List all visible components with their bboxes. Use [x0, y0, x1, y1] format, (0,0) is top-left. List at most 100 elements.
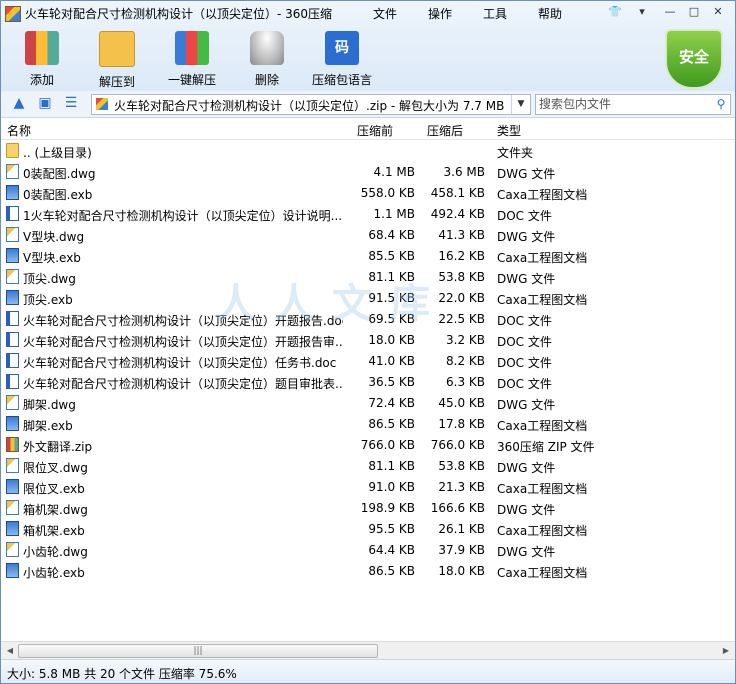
list-view-icon[interactable]: ☰	[63, 96, 79, 110]
file-row[interactable]: 外文翻译.zip 766.0 KB 766.0 KB 360压缩 ZIP 文件	[1, 434, 735, 455]
dwg-file-icon	[6, 164, 19, 179]
file-packed-size: 6.3 KB	[446, 375, 485, 389]
file-row[interactable]: 限位叉.dwg 81.1 KB 53.8 KB DWG 文件	[1, 455, 735, 476]
file-size: 86.5 KB	[368, 417, 415, 431]
delete-button[interactable]: 删除	[232, 29, 302, 88]
menu-tools[interactable]: 工具	[483, 5, 538, 22]
file-row[interactable]: .. (上级目录) 文件夹	[1, 140, 735, 161]
file-packed-size: 3.2 KB	[446, 333, 485, 347]
file-packed-size: 166.6 KB	[430, 501, 485, 515]
scroll-thumb[interactable]: |||	[18, 644, 378, 658]
file-name: 脚架.dwg	[23, 398, 76, 412]
file-row[interactable]: 1火车轮对配合尺寸检测机构设计（以顶尖定位）设计说明... 1.1 MB 492.4…	[1, 203, 735, 224]
file-row[interactable]: 火车轮对配合尺寸检测机构设计（以顶尖定位）任务书.doc 41.0 KB 8.2 K…	[1, 350, 735, 371]
file-name: 0装配图.exb	[23, 188, 93, 202]
file-type: DOC 文件	[497, 314, 552, 328]
column-packed[interactable]: 压缩后	[427, 122, 463, 139]
file-name: .. (上级目录)	[23, 146, 92, 160]
file-name: 1火车轮对配合尺寸检测机构设计（以顶尖定位）设计说明...	[23, 209, 343, 223]
one-click-label: 一键解压	[167, 73, 216, 87]
archive-add-icon	[25, 31, 59, 65]
file-row[interactable]: 小齿轮.dwg 64.4 KB 37.9 KB DWG 文件	[1, 539, 735, 560]
file-type: DWG 文件	[497, 545, 556, 559]
window-title: 火车轮对配合尺寸检测机构设计（以顶尖定位）- 360压缩	[25, 7, 333, 21]
file-type: DOC 文件	[497, 209, 552, 223]
file-name: 火车轮对配合尺寸检测机构设计（以顶尖定位）任务书.doc	[23, 356, 337, 370]
app-window: 火车轮对配合尺寸检测机构设计（以顶尖定位）- 360压缩 文件 操作 工具 帮助…	[0, 0, 736, 684]
file-packed-size: 26.1 KB	[438, 522, 485, 536]
exb-file-icon	[6, 416, 19, 431]
one-click-extract-button[interactable]: 一键解压	[157, 29, 227, 88]
file-type: Caxa工程图文档	[497, 251, 588, 265]
column-name[interactable]: 名称	[7, 122, 31, 139]
menu-arrow-icon[interactable]: ▾	[633, 4, 651, 20]
status-bar: 大小: 5.8 MB 共 20 个文件 压缩率 75.6%	[1, 659, 735, 683]
close-icon[interactable]: ✕	[709, 4, 727, 20]
zip-file-icon	[6, 437, 19, 452]
file-row[interactable]: 限位叉.exb 91.0 KB 21.3 KB Caxa工程图文档	[1, 476, 735, 497]
scroll-right-icon[interactable]: ▶	[719, 644, 733, 657]
file-type: Caxa工程图文档	[497, 188, 588, 202]
archive-extract-icon	[175, 31, 209, 65]
watermark: 人人文库	[216, 281, 448, 327]
file-row[interactable]: 箱机架.exb 95.5 KB 26.1 KB Caxa工程图文档	[1, 518, 735, 539]
up-arrow-icon[interactable]: ▲	[11, 96, 27, 110]
add-button[interactable]: 添加	[7, 29, 77, 88]
exb-file-icon	[6, 185, 19, 200]
language-code-icon: 码	[325, 31, 359, 65]
file-row[interactable]: 0装配图.dwg 4.1 MB 3.6 MB DWG 文件	[1, 161, 735, 182]
file-name: 小齿轮.exb	[23, 566, 85, 580]
menu-operation[interactable]: 操作	[428, 5, 483, 22]
dwg-file-icon	[6, 395, 19, 410]
file-size: 36.5 KB	[368, 375, 415, 389]
file-type: Caxa工程图文档	[497, 293, 588, 307]
chevron-down-icon[interactable]: ▼	[511, 95, 530, 114]
file-size: 68.4 KB	[368, 228, 415, 242]
file-row[interactable]: 脚架.dwg 72.4 KB 45.0 KB DWG 文件	[1, 392, 735, 413]
file-name: 限位叉.exb	[23, 482, 85, 496]
file-packed-size: 17.8 KB	[438, 417, 485, 431]
doc-file-icon	[6, 374, 19, 389]
dwg-file-icon	[6, 542, 19, 557]
file-packed-size: 766.0 KB	[430, 438, 485, 452]
file-name: 火车轮对配合尺寸检测机构设计（以顶尖定位）开题报告审...	[23, 335, 343, 349]
zip-icon	[96, 98, 108, 110]
extract-to-button[interactable]: 解压到	[82, 29, 152, 90]
file-name: 0装配图.dwg	[23, 167, 96, 181]
file-row[interactable]: V型块.dwg 68.4 KB 41.3 KB DWG 文件	[1, 224, 735, 245]
file-row[interactable]: 火车轮对配合尺寸检测机构设计（以顶尖定位）题目审批表... 36.5 KB 6.3 …	[1, 371, 735, 392]
file-type: DWG 文件	[497, 230, 556, 244]
minimize-icon[interactable]: —	[661, 4, 679, 20]
menu-file[interactable]: 文件	[373, 5, 428, 22]
file-row[interactable]: 脚架.exb 86.5 KB 17.8 KB Caxa工程图文档	[1, 413, 735, 434]
security-shield-button[interactable]: 安全	[665, 29, 723, 89]
search-icon[interactable]: ⚲	[714, 97, 728, 111]
path-bar[interactable]: 火车轮对配合尺寸检测机构设计（以顶尖定位）.zip - 解包大小为 7.7 MB…	[91, 94, 531, 115]
thumbnail-view-icon[interactable]: ▣	[37, 96, 53, 110]
scroll-left-icon[interactable]: ◀	[3, 644, 17, 657]
file-row[interactable]: V型块.exb 85.5 KB 16.2 KB Caxa工程图文档	[1, 245, 735, 266]
trash-icon	[250, 31, 284, 65]
search-input[interactable]	[539, 96, 707, 112]
horizontal-scrollbar[interactable]: ◀ ||| ▶	[1, 641, 735, 659]
file-packed-size: 492.4 KB	[430, 207, 485, 221]
archive-path: 火车轮对配合尺寸检测机构设计（以顶尖定位）.zip - 解包大小为 7.7 MB	[114, 99, 505, 113]
file-row[interactable]: 箱机架.dwg 198.9 KB 166.6 KB DWG 文件	[1, 497, 735, 518]
lang-label: 压缩包语言	[311, 73, 372, 87]
maximize-icon[interactable]: □	[685, 4, 703, 20]
delete-label: 删除	[254, 73, 279, 87]
file-packed-size: 8.2 KB	[446, 354, 485, 368]
dwg-file-icon	[6, 269, 19, 284]
menu-help[interactable]: 帮助	[538, 5, 593, 22]
file-type: Caxa工程图文档	[497, 566, 588, 580]
skin-icon[interactable]: 👕	[606, 4, 624, 20]
file-row[interactable]: 0装配图.exb 558.0 KB 458.1 KB Caxa工程图文档	[1, 182, 735, 203]
file-packed-size: 16.2 KB	[438, 249, 485, 263]
file-row[interactable]: 火车轮对配合尺寸检测机构设计（以顶尖定位）开题报告审... 18.0 KB 3.2 …	[1, 329, 735, 350]
column-size[interactable]: 压缩前	[357, 122, 393, 139]
toolbar: 添加 解压到 一键解压 删除 码 压缩包语言	[1, 29, 601, 89]
file-row[interactable]: 小齿轮.exb 86.5 KB 18.0 KB Caxa工程图文档	[1, 560, 735, 581]
archive-language-button[interactable]: 码 压缩包语言	[306, 29, 378, 88]
extract-label: 解压到	[98, 75, 135, 89]
column-type[interactable]: 类型	[497, 122, 521, 139]
